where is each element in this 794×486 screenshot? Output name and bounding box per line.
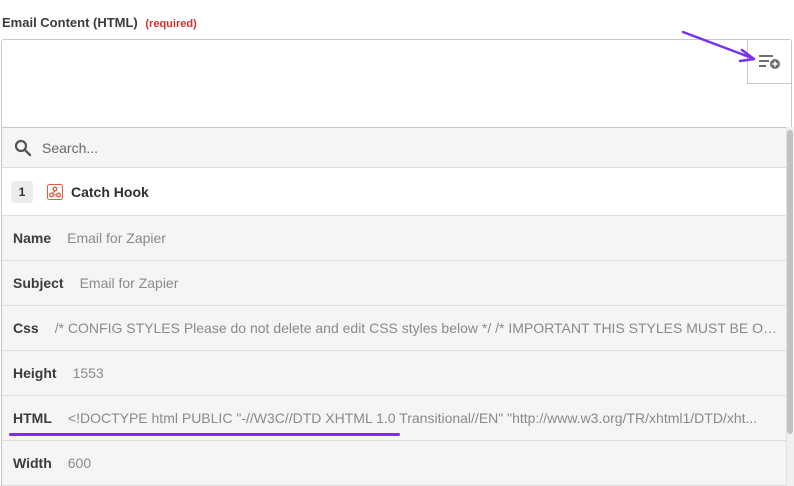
- field-option-name[interactable]: Name Email for Zapier: [2, 216, 786, 261]
- page: Email Content (HTML) (required) Search..…: [0, 0, 794, 486]
- insert-data-button[interactable]: [747, 40, 791, 84]
- field-option-subject[interactable]: Subject Email for Zapier: [2, 261, 786, 306]
- field-value: /* CONFIG STYLES Please do not delete an…: [54, 320, 786, 336]
- field-key: Height: [13, 365, 57, 381]
- step-header[interactable]: 1 Catch Hook: [2, 168, 786, 216]
- field-value: 600: [67, 455, 92, 471]
- search-icon: [14, 139, 32, 156]
- field-key: HTML: [13, 410, 52, 426]
- email-content-editor[interactable]: [1, 39, 792, 127]
- field-value: Email for Zapier: [67, 230, 166, 246]
- step-title: Catch Hook: [71, 183, 149, 200]
- field-label-text: Email Content (HTML): [2, 15, 138, 30]
- field-option-width[interactable]: Width 600: [2, 441, 786, 486]
- search-input[interactable]: [42, 139, 742, 156]
- step-number: 1: [11, 180, 33, 203]
- scrollbar-thumb[interactable]: [787, 130, 793, 434]
- field-value: 1553: [72, 365, 104, 381]
- field-key: Width: [13, 455, 52, 471]
- field-option-height[interactable]: Height 1553: [2, 351, 786, 396]
- field-key: Name: [13, 230, 52, 246]
- field-option-css[interactable]: Css /* CONFIG STYLES Please do not delet…: [2, 306, 786, 351]
- webhook-icon: [47, 183, 63, 200]
- insert-data-icon: [758, 54, 780, 69]
- field-key: Css: [13, 320, 39, 336]
- field-label: Email Content (HTML) (required): [2, 15, 197, 30]
- field-option-html[interactable]: HTML <!DOCTYPE html PUBLIC "-//W3C//DTD …: [2, 396, 786, 441]
- data-picker-dropdown: 1 Catch Hook Name Email for Zapier Subje…: [1, 127, 786, 486]
- required-tag: (required): [145, 18, 197, 30]
- search-bar: [2, 128, 786, 168]
- field-value: Email for Zapier: [79, 275, 179, 291]
- field-key: Subject: [13, 275, 64, 291]
- field-value: <!DOCTYPE html PUBLIC "-//W3C//DTD XHTML…: [67, 410, 758, 426]
